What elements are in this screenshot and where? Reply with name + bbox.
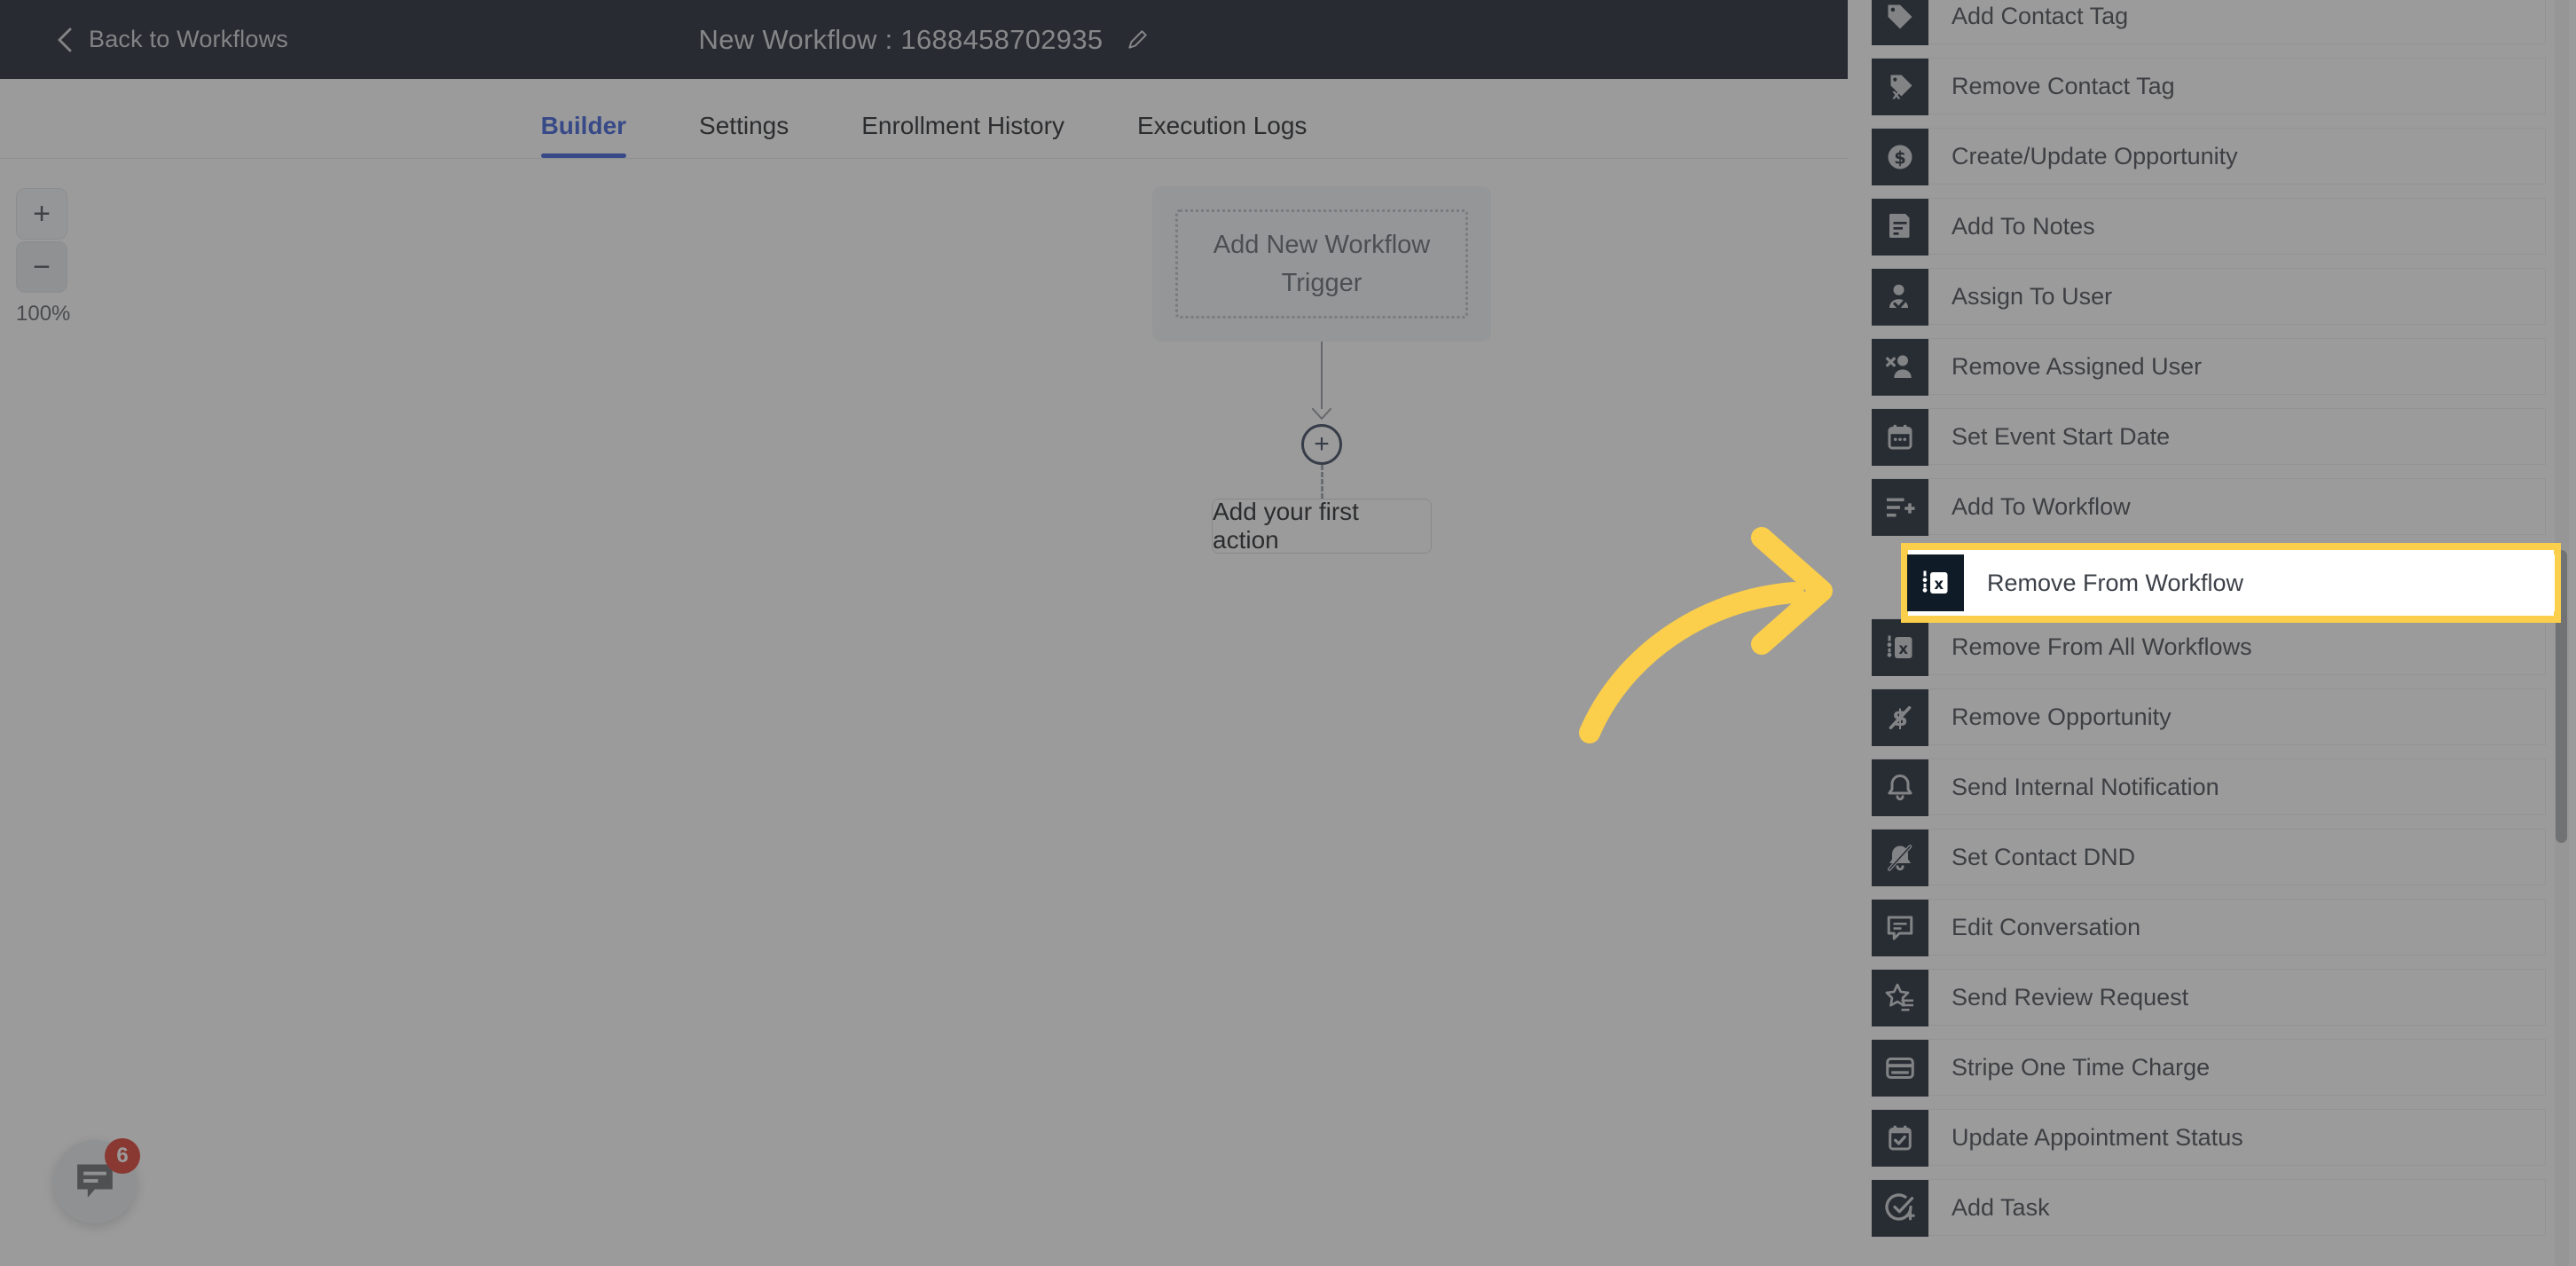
curved-arrow-right-icon <box>1570 522 1872 752</box>
chat-edit-icon <box>1872 900 1928 956</box>
list-item-label: Add Contact Tag <box>1952 2 2129 29</box>
list-item-label: Remove From All Workflows <box>1952 633 2252 660</box>
svg-text:x: x <box>1892 87 1901 103</box>
credit-card-icon <box>1872 1040 1928 1097</box>
list-item-label: Set Event Start Date <box>1952 422 2171 450</box>
tab-settings[interactable]: Settings <box>676 112 812 158</box>
list-item[interactable]: Stripe One Time Charge <box>1872 1039 2546 1097</box>
list-item-label: Assign To User <box>1952 282 2113 310</box>
list-item[interactable]: Send Review Request <box>1872 969 2546 1026</box>
list-item[interactable]: Edit Conversation <box>1872 899 2546 956</box>
list-item[interactable]: Update Appointment Status <box>1872 1109 2546 1167</box>
list-item-label: Remove From Workflow <box>1987 569 2244 596</box>
list-item[interactable]: Set Event Start Date <box>1872 408 2546 466</box>
list-item[interactable]: Send Internal Notification <box>1872 759 2546 816</box>
pencil-icon[interactable] <box>1126 28 1149 51</box>
workflow-remove-icon: x <box>1907 554 1964 611</box>
action-list: Add Contact Tag x Remove Contact Tag $ C… <box>1872 0 2546 1249</box>
list-item[interactable]: Add To Notes <box>1872 198 2546 256</box>
list-item[interactable]: Add Task <box>1872 1179 2546 1237</box>
bell-slash-icon <box>1872 830 1928 886</box>
list-item-label: Remove Assigned User <box>1952 352 2203 380</box>
list-item[interactable]: Assign To User <box>1872 268 2546 326</box>
list-item-remove-from-workflow[interactable]: x Remove From Workflow <box>1907 554 2555 611</box>
list-item-label: Set Contact DND <box>1952 843 2136 870</box>
add-workflow-trigger-label: Add New Workflow Trigger <box>1213 231 1431 297</box>
list-item[interactable]: x Remove Contact Tag <box>1872 58 2546 115</box>
tab-builder[interactable]: Builder <box>518 112 649 158</box>
add-step-button[interactable]: + <box>1301 424 1342 465</box>
tag-icon <box>1872 0 1928 45</box>
calendar-check-icon <box>1872 1110 1928 1167</box>
chat-unread-badge: 6 <box>105 1138 140 1174</box>
svg-text:$: $ <box>1894 148 1906 169</box>
flow-graph: Add New Workflow Trigger + Add your firs… <box>1152 186 1491 554</box>
user-check-icon <box>1872 269 1928 326</box>
svg-text:x: x <box>1934 576 1944 593</box>
connector-arrowhead-icon <box>1310 408 1333 421</box>
back-to-workflows-button[interactable]: Back to Workflows <box>55 26 288 54</box>
list-item-label: Add Task <box>1952 1193 2050 1221</box>
list-item[interactable]: x Remove From All Workflows <box>1872 618 2546 676</box>
add-first-action-button[interactable]: Add your first action <box>1212 498 1432 554</box>
zoom-in-button[interactable]: + <box>16 188 67 240</box>
svg-text:x: x <box>1898 641 1908 657</box>
chevron-left-icon <box>55 26 75 54</box>
tab-bar: Builder Settings Enrollment History Exec… <box>0 79 1848 159</box>
zoom-out-button[interactable]: − <box>16 241 67 293</box>
user-remove-icon <box>1872 339 1928 396</box>
action-picker-panel[interactable]: Add Contact Tag x Remove Contact Tag $ C… <box>1872 0 2576 1266</box>
add-workflow-trigger-card[interactable]: Add New Workflow Trigger <box>1152 186 1491 342</box>
top-bar: Back to Workflows <box>0 0 1848 79</box>
tab-enrollment-history[interactable]: Enrollment History <box>838 112 1088 158</box>
list-item-label: Remove Opportunity <box>1952 703 2172 730</box>
list-item[interactable]: $ Remove Opportunity <box>1872 688 2546 746</box>
list-item[interactable]: Set Contact DND <box>1872 829 2546 886</box>
connector-dashed-line <box>1320 465 1323 499</box>
list-item-label: Add To Notes <box>1952 212 2095 240</box>
task-plus-icon <box>1872 1180 1928 1237</box>
list-item[interactable]: Add Contact Tag <box>1872 0 2546 45</box>
list-plus-icon <box>1872 479 1928 536</box>
chat-support-widget[interactable]: 6 <box>53 1138 140 1223</box>
dollar-slash-icon: $ <box>1872 689 1928 746</box>
list-item[interactable]: $ Create/Update Opportunity <box>1872 128 2546 185</box>
list-item[interactable]: Add To Workflow <box>1872 478 2546 536</box>
star-list-icon <box>1872 970 1928 1026</box>
tab-execution-logs[interactable]: Execution Logs <box>1114 112 1330 158</box>
note-icon <box>1872 199 1928 256</box>
list-item[interactable]: Remove Assigned User <box>1872 338 2546 396</box>
zoom-level-label: 100% <box>16 302 71 326</box>
screen-root: Back to Workflows New Workflow : 1688458… <box>0 0 2576 1266</box>
dollar-coin-icon: $ <box>1872 129 1928 185</box>
list-item-label: Update Appointment Status <box>1952 1123 2243 1151</box>
list-item-label: Send Internal Notification <box>1952 773 2219 800</box>
list-item-label: Create/Update Opportunity <box>1952 142 2238 169</box>
zoom-controls: + − 100% <box>16 188 76 326</box>
back-to-workflows-label: Back to Workflows <box>89 26 288 52</box>
list-item-label: Edit Conversation <box>1952 913 2141 940</box>
trigger-dashed-area: Add New Workflow Trigger <box>1175 209 1468 318</box>
tag-remove-icon: x <box>1872 59 1928 115</box>
workflow-remove-icon: x <box>1872 619 1928 676</box>
calendar-icon <box>1872 409 1928 466</box>
bell-icon <box>1872 759 1928 816</box>
list-item-label: Remove Contact Tag <box>1952 72 2175 99</box>
list-item-label: Add To Workflow <box>1952 492 2131 520</box>
connector-line <box>1321 342 1323 409</box>
list-item-label: Send Review Request <box>1952 983 2189 1010</box>
list-item-label: Stripe One Time Charge <box>1952 1053 2211 1081</box>
